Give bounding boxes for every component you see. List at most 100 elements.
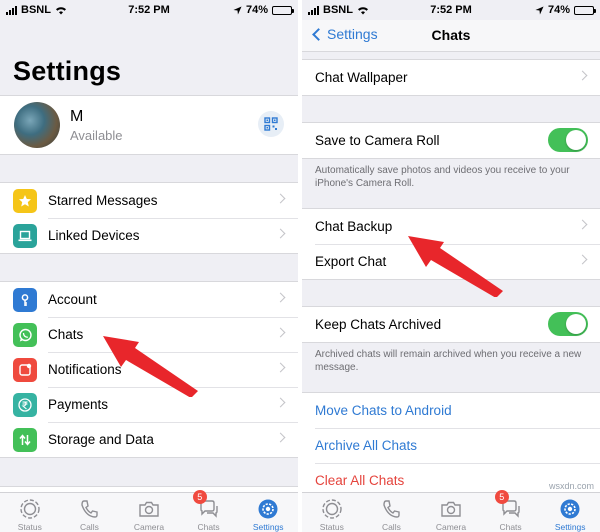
settings-group-1: Starred Messages Linked Devices	[0, 182, 298, 254]
row-archive-all-chats[interactable]: Archive All Chats	[302, 428, 600, 463]
row-label: Keep Chats Archived	[315, 317, 442, 332]
tab-settings[interactable]: Settings	[238, 493, 298, 532]
row-export-chat[interactable]: Export Chat	[302, 244, 600, 279]
row-storage-and-data[interactable]: Storage and Data	[0, 422, 298, 457]
save-to-camera-roll-toggle[interactable]	[548, 128, 588, 152]
tab-label: Settings	[554, 522, 586, 532]
page-title: Settings	[13, 56, 122, 86]
watermark: wsxdn.com	[548, 481, 594, 491]
archive-group: Keep Chats Archived	[302, 306, 600, 343]
row-label: Notifications	[48, 362, 122, 377]
row-notifications[interactable]: Notifications	[0, 352, 298, 387]
row-label: Chat Backup	[315, 219, 393, 234]
tab-calls[interactable]: Calls	[60, 493, 120, 532]
tab-label: Camera	[133, 522, 165, 532]
keep-chats-archived-toggle[interactable]	[548, 312, 588, 336]
profile-row[interactable]: M Available	[0, 95, 298, 155]
row-move-chats-to-android[interactable]: Move Chats to Android	[302, 393, 600, 428]
star-icon	[13, 189, 37, 213]
camera-roll-group: Save to Camera Roll	[302, 122, 600, 159]
phone-icon	[81, 500, 99, 518]
tab-label: Status	[319, 522, 344, 532]
profile-status: Available	[70, 128, 123, 143]
settings-screen: BSNL 7:52 PM 74% Settings M Available St…	[0, 0, 298, 532]
gear-icon	[560, 499, 580, 519]
backup-group: Chat Backup Export Chat	[302, 208, 600, 280]
battery-percent: 74%	[547, 4, 570, 16]
row-label: Starred Messages	[48, 193, 158, 208]
row-payments[interactable]: Payments	[0, 387, 298, 422]
row-chat-wallpaper[interactable]: Chat Wallpaper	[302, 60, 600, 95]
tab-camera[interactable]: Camera	[119, 493, 179, 532]
tab-status[interactable]: Status	[302, 493, 362, 532]
row-label: Export Chat	[315, 254, 387, 269]
battery-icon	[574, 5, 596, 15]
tab-chats[interactable]: 5 Chats	[481, 490, 541, 532]
tab-camera[interactable]: Camera	[421, 493, 481, 532]
chevron-right-icon	[577, 219, 588, 230]
tab-bar: Status Calls Camera 5 Chats Settings	[0, 490, 298, 532]
bell-icon	[13, 358, 37, 382]
chevron-right-icon	[275, 193, 286, 204]
chevron-right-icon	[275, 292, 286, 303]
chevron-right-icon	[275, 397, 286, 408]
whatsapp-icon	[13, 323, 37, 347]
qr-code-button[interactable]	[258, 111, 284, 137]
clear-all-link[interactable]: Clear All Chats	[315, 473, 404, 488]
row-chats[interactable]: Chats	[0, 317, 298, 352]
qr-code-icon	[264, 117, 278, 131]
chats-badge: 5	[494, 490, 509, 504]
arrows-icon	[13, 428, 37, 452]
battery-percent: 74%	[245, 4, 268, 16]
profile-name: M	[70, 108, 84, 125]
row-label: Chat Wallpaper	[315, 70, 408, 85]
avatar[interactable]	[14, 102, 60, 148]
chevron-right-icon	[275, 228, 286, 239]
laptop-icon	[13, 224, 37, 248]
key-icon	[13, 288, 37, 312]
chats-settings-screen: BSNL 7:52 PM 74% Settings Chats Chat Wal…	[302, 0, 600, 532]
camera-icon	[441, 501, 461, 517]
tab-settings[interactable]: Settings	[540, 493, 600, 532]
chevron-right-icon	[275, 432, 286, 443]
navigation-bar: Settings Chats	[302, 20, 600, 52]
phone-icon	[383, 500, 401, 518]
page-title: Chats	[431, 27, 471, 43]
status-bar: BSNL 7:52 PM 74%	[0, 0, 298, 20]
camera-icon	[139, 501, 159, 517]
archive-all-link[interactable]: Archive All Chats	[315, 438, 417, 453]
tab-bar: Status Calls Camera 5 Chats Settings	[302, 490, 600, 532]
chevron-right-icon	[577, 70, 588, 81]
battery-icon	[272, 5, 294, 15]
row-label: Linked Devices	[48, 228, 140, 243]
row-starred-messages[interactable]: Starred Messages	[0, 183, 298, 218]
tab-label: Chats	[499, 522, 522, 532]
location-icon	[233, 5, 242, 15]
row-keep-chats-archived: Keep Chats Archived	[302, 307, 600, 342]
chevron-right-icon	[577, 254, 588, 265]
status-icon	[20, 499, 40, 519]
tab-label: Camera	[435, 522, 467, 532]
chats-badge: 5	[192, 490, 207, 504]
tab-label: Calls	[79, 522, 99, 532]
row-label: Save to Camera Roll	[315, 133, 440, 148]
archived-footnote: Archived chats will remain archived when…	[315, 349, 582, 373]
row-label: Payments	[48, 397, 109, 412]
status-icon	[322, 499, 342, 519]
tab-calls[interactable]: Calls	[362, 493, 422, 532]
row-save-to-camera-roll: Save to Camera Roll	[302, 123, 600, 158]
row-linked-devices[interactable]: Linked Devices	[0, 218, 298, 253]
move-chats-link[interactable]: Move Chats to Android	[315, 403, 452, 418]
wallpaper-group: Chat Wallpaper	[302, 59, 600, 96]
chevron-right-icon	[275, 327, 286, 338]
row-label: Chats	[48, 327, 84, 342]
tab-status[interactable]: Status	[0, 493, 60, 532]
row-account[interactable]: Account	[0, 282, 298, 317]
camera-roll-footnote: Automatically save photos and videos you…	[315, 165, 570, 189]
tab-label: Chats	[197, 522, 220, 532]
gear-icon	[258, 499, 278, 519]
row-chat-backup[interactable]: Chat Backup	[302, 209, 600, 244]
tab-label: Settings	[252, 522, 284, 532]
tab-chats[interactable]: 5 Chats	[179, 490, 239, 532]
row-label: Account	[48, 292, 97, 307]
